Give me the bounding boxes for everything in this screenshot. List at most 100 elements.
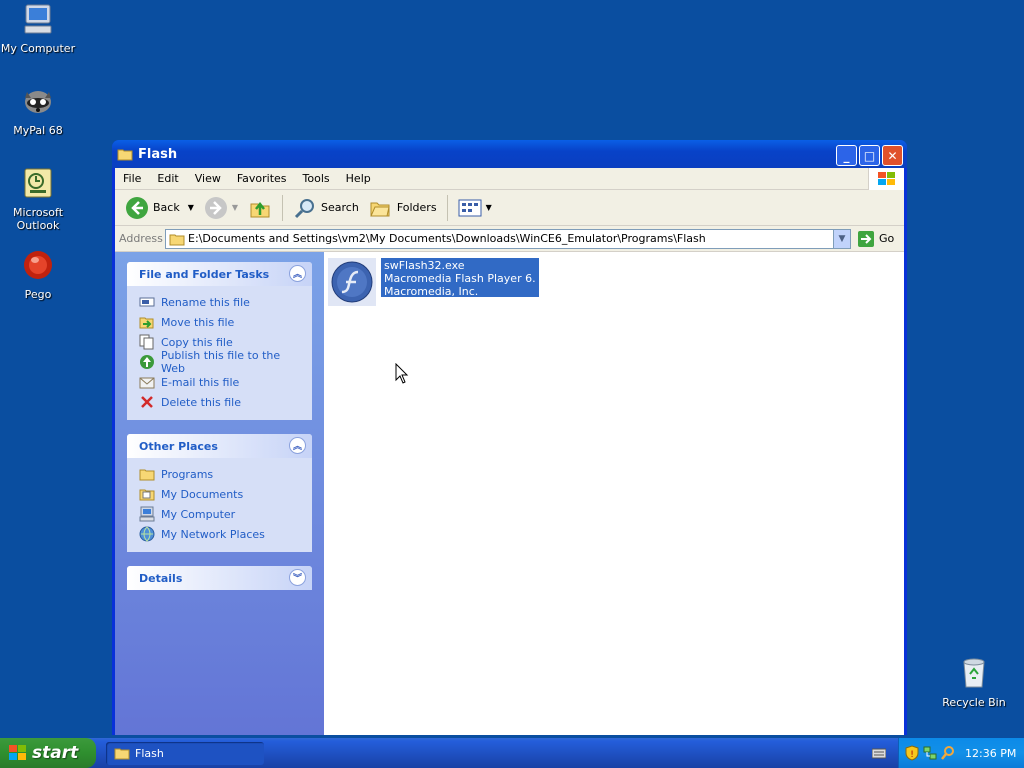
rename-icon bbox=[139, 297, 155, 307]
forward-button[interactable]: ▼ bbox=[200, 194, 242, 222]
taskbar-item-label: Flash bbox=[135, 746, 164, 760]
panel-header[interactable]: Details ︾ bbox=[127, 566, 312, 590]
back-button[interactable]: Back ▼ bbox=[121, 194, 198, 222]
taskbar-item-flash[interactable]: Flash bbox=[106, 741, 264, 765]
place-my-computer[interactable]: My Computer bbox=[139, 504, 300, 524]
recycle-bin-icon bbox=[963, 658, 985, 688]
task-publish[interactable]: Publish this file to the Web bbox=[139, 349, 300, 375]
task-label: Move this file bbox=[161, 315, 235, 329]
delete-icon bbox=[141, 396, 153, 408]
folders-button[interactable]: Folders bbox=[365, 194, 441, 222]
other-places-panel: Other Places ︽ Programs My Documents My … bbox=[127, 434, 312, 552]
task-label: Publish this file to the Web bbox=[161, 349, 281, 375]
move-icon bbox=[139, 317, 154, 329]
start-button[interactable]: start bbox=[0, 738, 96, 768]
menu-help[interactable]: Help bbox=[338, 172, 379, 185]
menu-file[interactable]: File bbox=[115, 172, 149, 185]
address-path: E:\Documents and Settings\vm2\My Documen… bbox=[188, 232, 706, 245]
search-label: Search bbox=[321, 201, 359, 214]
pego-icon bbox=[24, 251, 52, 279]
chevron-down-icon: ︾ bbox=[292, 574, 302, 584]
file-list[interactable]: swFlash32.exe Macromedia Flash Player 6.… bbox=[324, 252, 904, 735]
expand-button[interactable]: ︾ bbox=[289, 569, 306, 586]
folder-icon bbox=[114, 748, 130, 760]
search-tray-icon[interactable] bbox=[941, 745, 955, 761]
panel-title: Other Places bbox=[139, 439, 218, 453]
forward-arrow-icon bbox=[204, 196, 227, 219]
raccoon-icon bbox=[25, 91, 51, 113]
email-icon bbox=[139, 377, 155, 389]
desktop-icon-label: Microsoft Outlook bbox=[12, 206, 64, 232]
window-title: Flash bbox=[138, 146, 178, 162]
task-rename[interactable]: Rename this file bbox=[139, 292, 300, 312]
toolbar-separator bbox=[282, 194, 284, 221]
up-folder-icon bbox=[250, 201, 270, 217]
views-button[interactable]: ▼ bbox=[454, 196, 496, 220]
menu-tools[interactable]: Tools bbox=[295, 172, 338, 185]
address-dropdown-button[interactable]: ▼ bbox=[833, 229, 850, 248]
go-arrow-icon bbox=[858, 230, 874, 247]
explorer-window: Flash _ □ ✕ File Edit View Favorites Too… bbox=[112, 140, 907, 735]
windows-flag-icon bbox=[877, 172, 895, 185]
search-button[interactable]: Search bbox=[289, 194, 363, 222]
security-shield-icon[interactable]: ! bbox=[905, 745, 919, 761]
desktop-icon-label: MyPal 68 bbox=[13, 124, 63, 137]
menu-favorites[interactable]: Favorites bbox=[229, 172, 295, 185]
toolbar: Back ▼ ▼ Search Folders ▼ bbox=[115, 190, 904, 226]
task-email[interactable]: E-mail this file bbox=[139, 372, 300, 392]
task-delete[interactable]: Delete this file bbox=[139, 392, 300, 412]
search-icon bbox=[294, 198, 315, 218]
menu-edit[interactable]: Edit bbox=[149, 172, 186, 185]
task-pane: File and Folder Tasks ︽ Rename this file… bbox=[115, 252, 324, 735]
desktop-icon-mypal[interactable]: MyPal 68 bbox=[0, 84, 76, 137]
task-move[interactable]: Move this file bbox=[139, 312, 300, 332]
chevron-up-icon: ︽ bbox=[292, 442, 302, 452]
place-network[interactable]: My Network Places bbox=[139, 524, 300, 544]
clock: 12:36 PM bbox=[965, 746, 1017, 760]
task-label: E-mail this file bbox=[161, 375, 240, 389]
dropdown-arrow-icon[interactable]: ▼ bbox=[232, 203, 238, 212]
flash-player-icon bbox=[331, 261, 373, 303]
desktop-icon-recycle-bin[interactable]: Recycle Bin bbox=[936, 656, 1012, 709]
maximize-icon: □ bbox=[863, 148, 876, 163]
title-bar[interactable]: Flash _ □ ✕ bbox=[112, 140, 907, 168]
close-button[interactable]: ✕ bbox=[882, 145, 903, 166]
desktop-icon-my-computer[interactable]: My Computer bbox=[0, 2, 76, 55]
dropdown-arrow-icon[interactable]: ▼ bbox=[486, 203, 492, 212]
maximize-button[interactable]: □ bbox=[859, 145, 880, 166]
minimize-button[interactable]: _ bbox=[836, 145, 857, 166]
folder-icon bbox=[169, 234, 185, 245]
file-folder-tasks-panel: File and Folder Tasks ︽ Rename this file… bbox=[127, 262, 312, 420]
go-label: Go bbox=[879, 232, 895, 245]
keyboard-icon[interactable] bbox=[872, 747, 886, 759]
toolbar-separator bbox=[446, 194, 448, 221]
address-field[interactable]: E:\Documents and Settings\vm2\My Documen… bbox=[165, 228, 851, 249]
network-status-icon[interactable] bbox=[923, 745, 937, 761]
go-button[interactable]: Go bbox=[857, 230, 894, 248]
folders-label: Folders bbox=[396, 201, 437, 214]
windows-flag-icon bbox=[9, 745, 26, 760]
dropdown-arrow-icon[interactable]: ▼ bbox=[188, 203, 194, 212]
file-description: Macromedia Flash Player 6.0 ... bbox=[384, 272, 536, 285]
folder-icon bbox=[139, 469, 155, 481]
computer-icon bbox=[139, 506, 155, 522]
file-name: swFlash32.exe bbox=[384, 259, 465, 272]
collapse-button[interactable]: ︽ bbox=[289, 265, 306, 282]
documents-folder-icon bbox=[139, 489, 155, 501]
place-programs[interactable]: Programs bbox=[139, 464, 300, 484]
panel-title: Details bbox=[139, 571, 183, 585]
desktop-icon-outlook[interactable]: Microsoft Outlook bbox=[0, 166, 76, 232]
close-icon: ✕ bbox=[887, 148, 898, 163]
collapse-button[interactable]: ︽ bbox=[289, 437, 306, 454]
system-tray: ! 12:36 PM bbox=[898, 738, 1024, 768]
panel-header[interactable]: File and Folder Tasks ︽ bbox=[127, 262, 312, 286]
panel-header[interactable]: Other Places ︽ bbox=[127, 434, 312, 458]
computer-icon bbox=[24, 4, 52, 34]
desktop-icon-pego[interactable]: Pego bbox=[0, 248, 76, 301]
place-my-documents[interactable]: My Documents bbox=[139, 484, 300, 504]
menu-view[interactable]: View bbox=[187, 172, 229, 185]
task-label: Rename this file bbox=[161, 295, 250, 309]
taskbar: start Flash ! 12:36 PM bbox=[0, 738, 1024, 768]
file-item[interactable]: swFlash32.exe Macromedia Flash Player 6.… bbox=[328, 258, 539, 306]
up-folder-button[interactable] bbox=[244, 194, 276, 222]
